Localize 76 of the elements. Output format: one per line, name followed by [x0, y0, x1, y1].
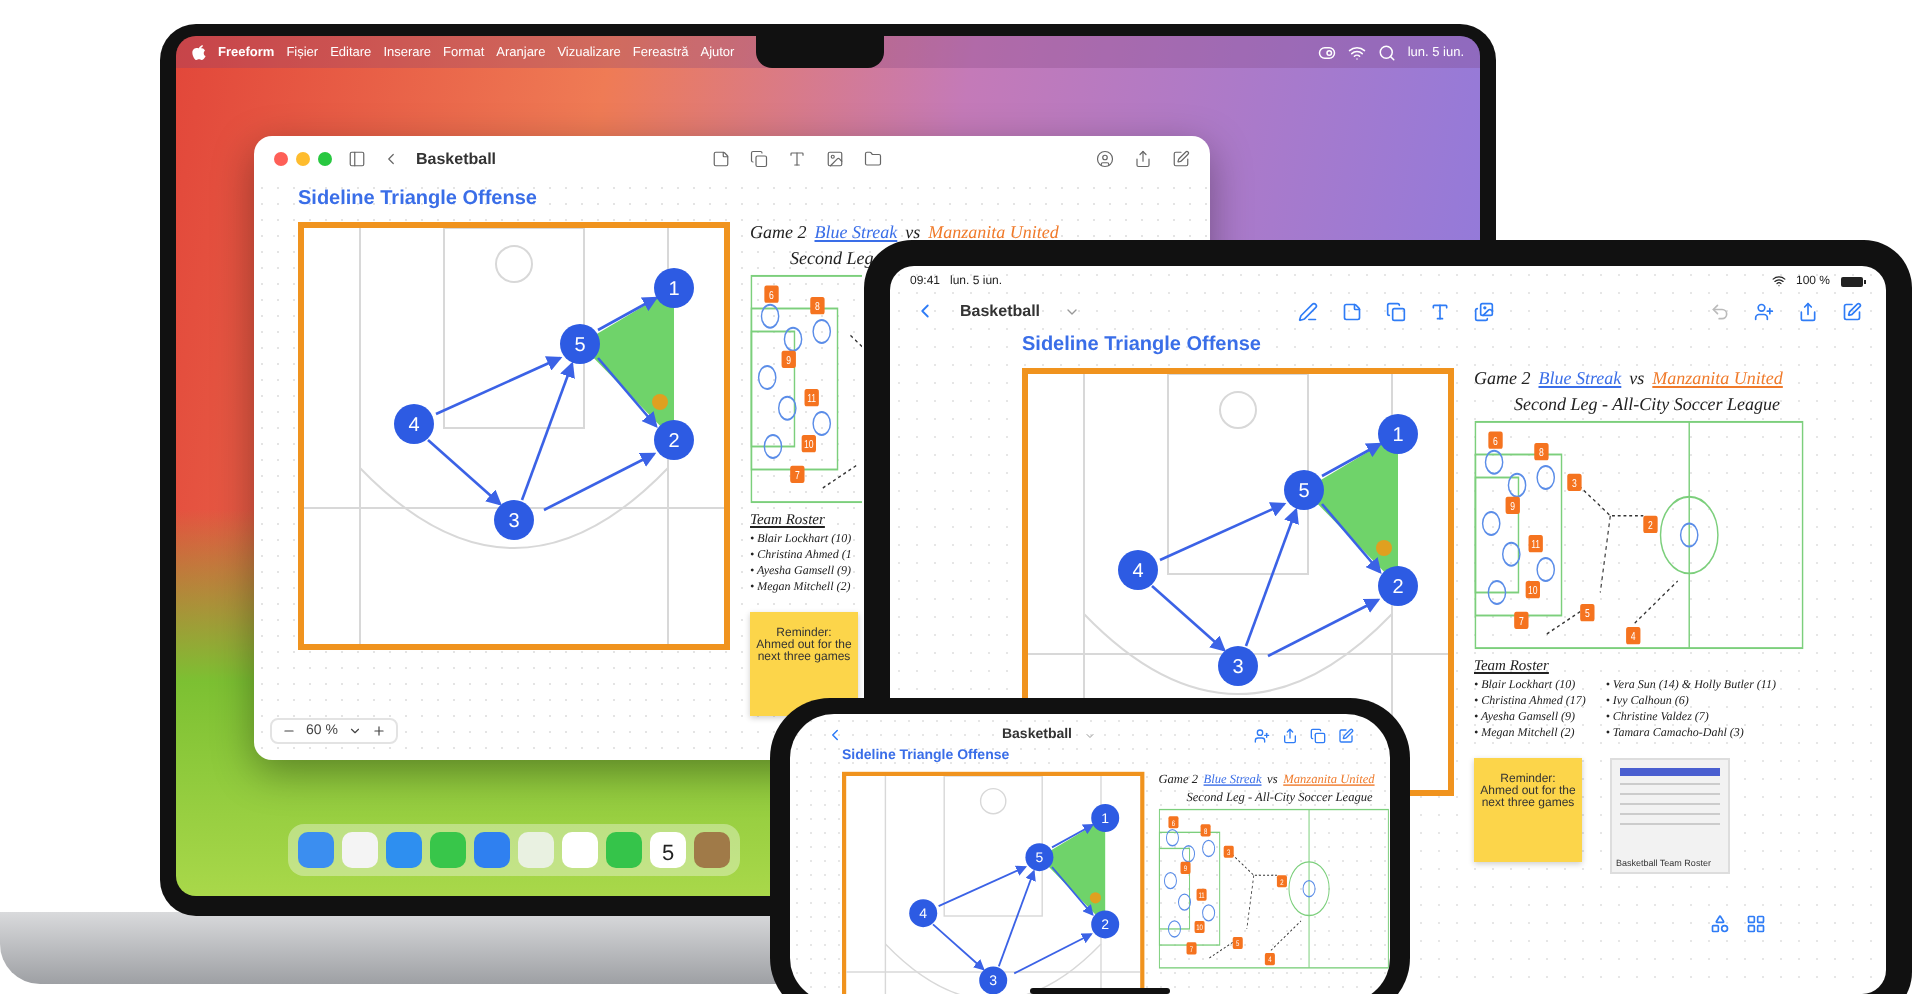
team-name: Blue Streak — [814, 222, 898, 242]
image-icon[interactable] — [1473, 301, 1494, 321]
player-marker: 5 — [1284, 470, 1324, 510]
team-name: Manzanita United — [928, 222, 1059, 242]
team-name: Manzanita United — [1652, 368, 1783, 388]
close-button[interactable] — [274, 151, 288, 165]
zoom-button[interactable] — [318, 151, 332, 165]
add-person-icon[interactable] — [1254, 727, 1270, 743]
window-title: Basketball — [416, 149, 497, 167]
back-icon[interactable] — [826, 726, 844, 744]
player-marker: 3 — [494, 500, 534, 540]
pass-arrow — [1051, 824, 1095, 849]
table-preview-drawing — [1620, 768, 1720, 828]
grid-icon[interactable] — [1746, 914, 1766, 934]
game-label: Game 2 — [750, 222, 807, 242]
ball-marker — [652, 394, 668, 410]
control-center-icon[interactable] — [1317, 43, 1336, 61]
battery-icon — [1840, 275, 1866, 287]
versus-label: vs — [905, 222, 921, 242]
player-marker: 4 — [1118, 550, 1158, 590]
share-icon[interactable] — [1798, 301, 1818, 321]
search-icon[interactable] — [1377, 43, 1396, 61]
minus-icon[interactable] — [282, 724, 296, 738]
calendar-icon[interactable]: 5 — [650, 832, 686, 868]
shapes-icon[interactable] — [1710, 914, 1730, 934]
pass-arrow — [1051, 866, 1094, 916]
sidebar-icon[interactable] — [348, 149, 366, 167]
board-title: Basketball — [960, 302, 1041, 320]
image-icon[interactable] — [825, 149, 844, 167]
game-subtitle: Second Leg — [788, 248, 876, 268]
back-icon[interactable] — [382, 149, 400, 167]
player-marker: 2 — [1378, 566, 1418, 606]
note-icon[interactable] — [1341, 301, 1362, 321]
wifi-icon — [1771, 274, 1786, 288]
wifi-icon[interactable] — [1347, 43, 1366, 61]
pass-arrow — [1321, 442, 1383, 478]
ball-marker — [1376, 540, 1392, 556]
player-marker: 3 — [1218, 646, 1258, 686]
player-marker: 4 — [394, 404, 434, 444]
pass-arrow — [1151, 585, 1226, 652]
add-person-icon[interactable] — [1754, 301, 1774, 321]
text-box-icon[interactable] — [1429, 301, 1450, 321]
text-box-icon[interactable] — [787, 149, 806, 167]
board-heading: Sideline Triangle Offense — [1022, 334, 1263, 356]
plus-icon[interactable] — [371, 724, 386, 738]
board-heading: Sideline Triangle Offense — [298, 188, 539, 210]
player-marker: 5 — [560, 324, 600, 364]
ball-marker — [1089, 892, 1101, 904]
pass-arrow — [932, 923, 985, 971]
folder-icon[interactable] — [863, 149, 882, 167]
compose-icon[interactable] — [1338, 727, 1354, 743]
player-marker: 1 — [1378, 414, 1418, 454]
shapes-icon[interactable] — [1385, 301, 1406, 321]
player-marker: 1 — [654, 268, 694, 308]
note-icon[interactable] — [711, 149, 730, 167]
apple-logo-icon — [192, 44, 206, 60]
pass-arrow — [597, 357, 658, 428]
versus-label: vs — [1629, 368, 1645, 388]
share-icon[interactable] — [1134, 149, 1152, 167]
pass-arrow — [1321, 503, 1382, 574]
shapes-icon[interactable] — [749, 149, 768, 167]
person-icon[interactable] — [1096, 149, 1114, 167]
compose-icon[interactable] — [1172, 149, 1190, 167]
team-name: Blue Streak — [1538, 368, 1622, 388]
home-indicator — [1030, 988, 1170, 994]
share-icon[interactable] — [1282, 727, 1298, 743]
camera-notch — [756, 36, 884, 68]
game-label: Game 2 — [1474, 368, 1531, 388]
compose-icon[interactable] — [1842, 301, 1862, 321]
pass-arrow — [597, 296, 659, 332]
pass-arrow — [427, 439, 502, 506]
copy-icon[interactable] — [1310, 727, 1326, 743]
pen-icon[interactable] — [1297, 301, 1318, 321]
player-marker: 2 — [654, 420, 694, 460]
game-subtitle: Second Leg - All-City Soccer League — [1512, 394, 1783, 414]
chevron-down-icon[interactable] — [347, 724, 362, 738]
